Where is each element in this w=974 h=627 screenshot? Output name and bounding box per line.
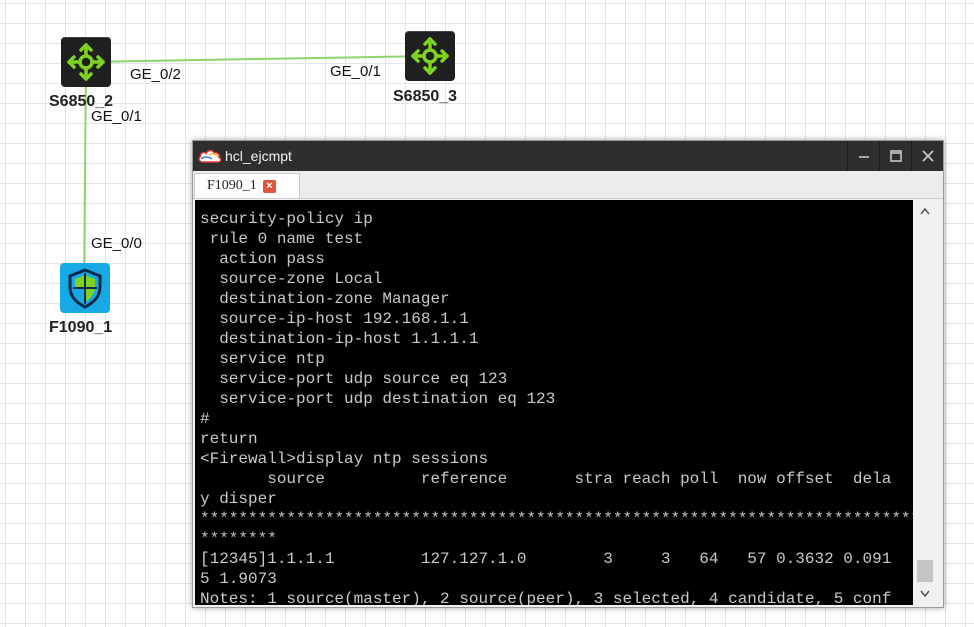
console-line: Notes: 1 source(master), 2 source(peer),… <box>200 590 892 605</box>
console-line: return <box>200 430 258 448</box>
firewall-icon <box>60 263 110 313</box>
console-output[interactable]: security-policy ip rule 0 name test acti… <box>195 200 913 605</box>
console-line: 5 1.9073 <box>200 570 277 588</box>
console-line: rule 0 name test <box>200 230 364 248</box>
switch-icon <box>61 37 111 87</box>
titlebar[interactable]: hcl_ejcmpt <box>193 141 943 171</box>
console-line: destination-ip-host 1.1.1.1 <box>200 330 479 348</box>
port-label: GE_0/1 <box>91 108 142 125</box>
console-line: destination-zone Manager <box>200 290 450 308</box>
console-line: security-policy ip <box>200 210 373 228</box>
console-line: ******** <box>200 530 277 548</box>
console-line: service-port udp destination eq 123 <box>200 390 556 408</box>
device-s6850-3[interactable] <box>405 31 455 81</box>
link-s6850-2-to-s6850-3[interactable] <box>85 55 431 63</box>
window-title: hcl_ejcmpt <box>225 148 292 164</box>
port-label: GE_0/2 <box>130 66 181 83</box>
console-line: source reference stra reach poll now off… <box>200 470 892 488</box>
console-line: service ntp <box>200 350 325 368</box>
console-line: action pass <box>200 250 325 268</box>
tab-label: F1090_1 <box>207 178 257 193</box>
console-line: source-ip-host 192.168.1.1 <box>200 310 469 328</box>
console-lines: security-policy ip rule 0 name test acti… <box>200 209 913 605</box>
maximize-button[interactable] <box>879 141 911 171</box>
scroll-down-button[interactable] <box>915 585 935 603</box>
cloud-icon <box>197 147 223 165</box>
scroll-up-button[interactable] <box>915 202 935 220</box>
terminal-window[interactable]: hcl_ejcmpt F1090_1 × security-policy ip … <box>192 140 944 608</box>
switch-icon <box>405 31 455 81</box>
vertical-scrollbar[interactable] <box>915 200 935 605</box>
window-controls <box>847 141 943 171</box>
tab-bar: F1090_1 × <box>193 171 943 199</box>
port-label: GE_0/0 <box>91 235 142 252</box>
console-line: y disper <box>200 490 277 508</box>
device-label-s6850-3: S6850_3 <box>393 88 458 105</box>
console-line: source-zone Local <box>200 270 383 288</box>
tab-f1090-1[interactable]: F1090_1 × <box>194 173 300 198</box>
console-line: service-port udp source eq 123 <box>200 370 508 388</box>
minimize-button[interactable] <box>847 141 879 171</box>
console-line: # <box>200 410 210 428</box>
scroll-thumb[interactable] <box>917 560 933 582</box>
close-button[interactable] <box>911 141 943 171</box>
device-f1090-1[interactable] <box>60 263 110 313</box>
tab-close-icon[interactable]: × <box>262 179 276 193</box>
console-line: ****************************************… <box>200 510 913 528</box>
port-label: GE_0/1 <box>330 63 381 80</box>
console-line: <Firewall>display ntp sessions <box>200 450 489 468</box>
device-label-f1090-1: F1090_1 <box>49 319 113 336</box>
console-line: [12345]1.1.1.1 127.127.1.0 3 3 64 57 0.3… <box>200 550 892 568</box>
chevron-up-icon <box>920 202 930 220</box>
device-s6850-2[interactable] <box>61 37 111 87</box>
chevron-down-icon <box>920 585 930 603</box>
